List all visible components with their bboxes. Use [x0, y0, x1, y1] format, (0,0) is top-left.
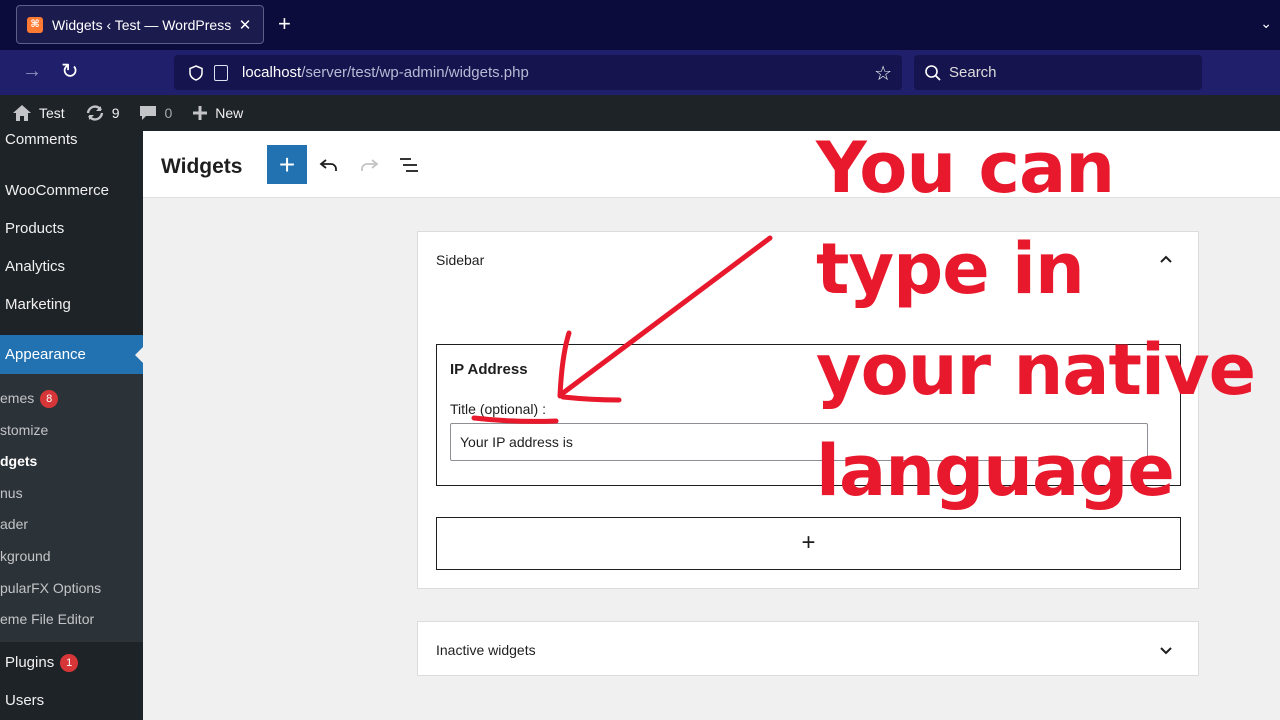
inactive-widgets-title[interactable]: Inactive widgets [436, 642, 536, 658]
comments-link[interactable]: 0 [139, 104, 172, 122]
browser-nav-bar: → ↻ localhost/server/test/wp-admin/widge… [0, 50, 1280, 95]
tab-close-icon[interactable]: ✕ [237, 16, 253, 34]
add-widget-appender-button[interactable]: + [436, 517, 1181, 570]
appearance-submenu: emes 8 stomize dgets nus ader kground pul… [0, 374, 143, 642]
themes-update-badge: 8 [40, 390, 59, 408]
xampp-favicon-icon: ⌘ [27, 16, 43, 33]
tab-title: Widgets ‹ Test — WordPress [52, 16, 232, 33]
submenu-item-menus[interactable]: nus [0, 485, 23, 501]
sidebar-item-products[interactable]: Products [5, 220, 64, 237]
updates-count: 9 [111, 105, 120, 121]
plus-icon [193, 106, 208, 120]
url-path: /server/test/wp-admin/widgets.php [301, 64, 529, 81]
sidebar-item-appearance-label: Appearance [5, 346, 86, 363]
title-field-label: Title (optional) : [450, 401, 546, 417]
shield-icon [189, 64, 203, 81]
undo-icon[interactable] [317, 153, 341, 177]
widget-area-title[interactable]: Sidebar [436, 252, 484, 268]
chevron-down-icon[interactable] [1156, 640, 1176, 660]
sidebar-item-marketing[interactable]: Marketing [5, 296, 71, 313]
list-view-icon[interactable] [397, 153, 421, 177]
comments-count: 0 [164, 105, 173, 121]
search-placeholder: Search [949, 64, 997, 81]
new-content-link[interactable]: New [192, 105, 243, 121]
updates-icon [86, 105, 103, 121]
redo-icon[interactable] [357, 153, 381, 177]
sidebar-item-plugins[interactable]: Plugins 1 [5, 654, 79, 672]
tab-list-chevron-icon[interactable]: ⌄ [1260, 15, 1272, 32]
updates-link[interactable]: 9 [85, 104, 120, 122]
active-menu-arrow [135, 347, 143, 363]
submenu-item-header[interactable]: ader [0, 516, 28, 532]
submenu-item-background[interactable]: kground [0, 548, 51, 564]
annotation-line-4: language [816, 430, 1175, 512]
page-title: Widgets [161, 155, 243, 178]
annotation-line-1: You can [816, 127, 1115, 209]
browser-tab-strip: ⌘ Widgets ‹ Test — WordPress ✕ + ⌄ [0, 0, 1280, 50]
home-icon [13, 105, 31, 121]
site-name: Test [39, 105, 65, 121]
annotation-line-2: type in [816, 228, 1085, 310]
sidebar-item-users[interactable]: Users [5, 692, 44, 709]
comment-bubble-icon [140, 106, 157, 120]
search-bar[interactable]: Search [914, 55, 1202, 90]
bookmark-star-icon[interactable]: ☆ [874, 61, 892, 86]
sidebar-item-appearance[interactable]: Appearance [0, 335, 143, 374]
annotation-text: You can type in your native language [816, 118, 1280, 522]
sidebar-item-analytics[interactable]: Analytics [5, 258, 65, 275]
annotation-line-3: your native [816, 329, 1256, 411]
url-host: localhost [242, 64, 302, 81]
add-block-button[interactable]: + [267, 145, 307, 184]
submenu-item-widgets[interactable]: dgets [0, 453, 37, 469]
widget-name: IP Address [450, 361, 528, 378]
forward-arrow-icon[interactable]: → [22, 60, 42, 83]
sidebar-item-comments[interactable]: Comments [5, 131, 78, 148]
address-bar[interactable]: localhost/server/test/wp-admin/widgets.p… [174, 55, 902, 90]
browser-tab[interactable]: ⌘ Widgets ‹ Test — WordPress ✕ [16, 5, 264, 44]
site-name-link[interactable]: Test [12, 104, 65, 122]
submenu-item-theme-file-editor[interactable]: eme File Editor [0, 611, 94, 627]
plugins-update-badge: 1 [60, 654, 79, 672]
new-label: New [215, 105, 244, 121]
search-icon [925, 64, 941, 81]
page-info-icon[interactable] [214, 64, 228, 81]
sidebar-item-woocommerce[interactable]: WooCommerce [5, 182, 109, 199]
reload-icon[interactable]: ↻ [61, 59, 79, 84]
new-tab-button[interactable]: + [278, 13, 291, 35]
admin-sidebar: Comments WooCommerce Products Analytics … [0, 131, 143, 720]
submenu-item-themes[interactable]: emes 8 [0, 390, 59, 408]
inactive-widgets-area: Inactive widgets [417, 621, 1199, 676]
submenu-item-popularfx-options[interactable]: pularFX Options [0, 580, 101, 596]
submenu-item-customize[interactable]: stomize [0, 422, 48, 438]
